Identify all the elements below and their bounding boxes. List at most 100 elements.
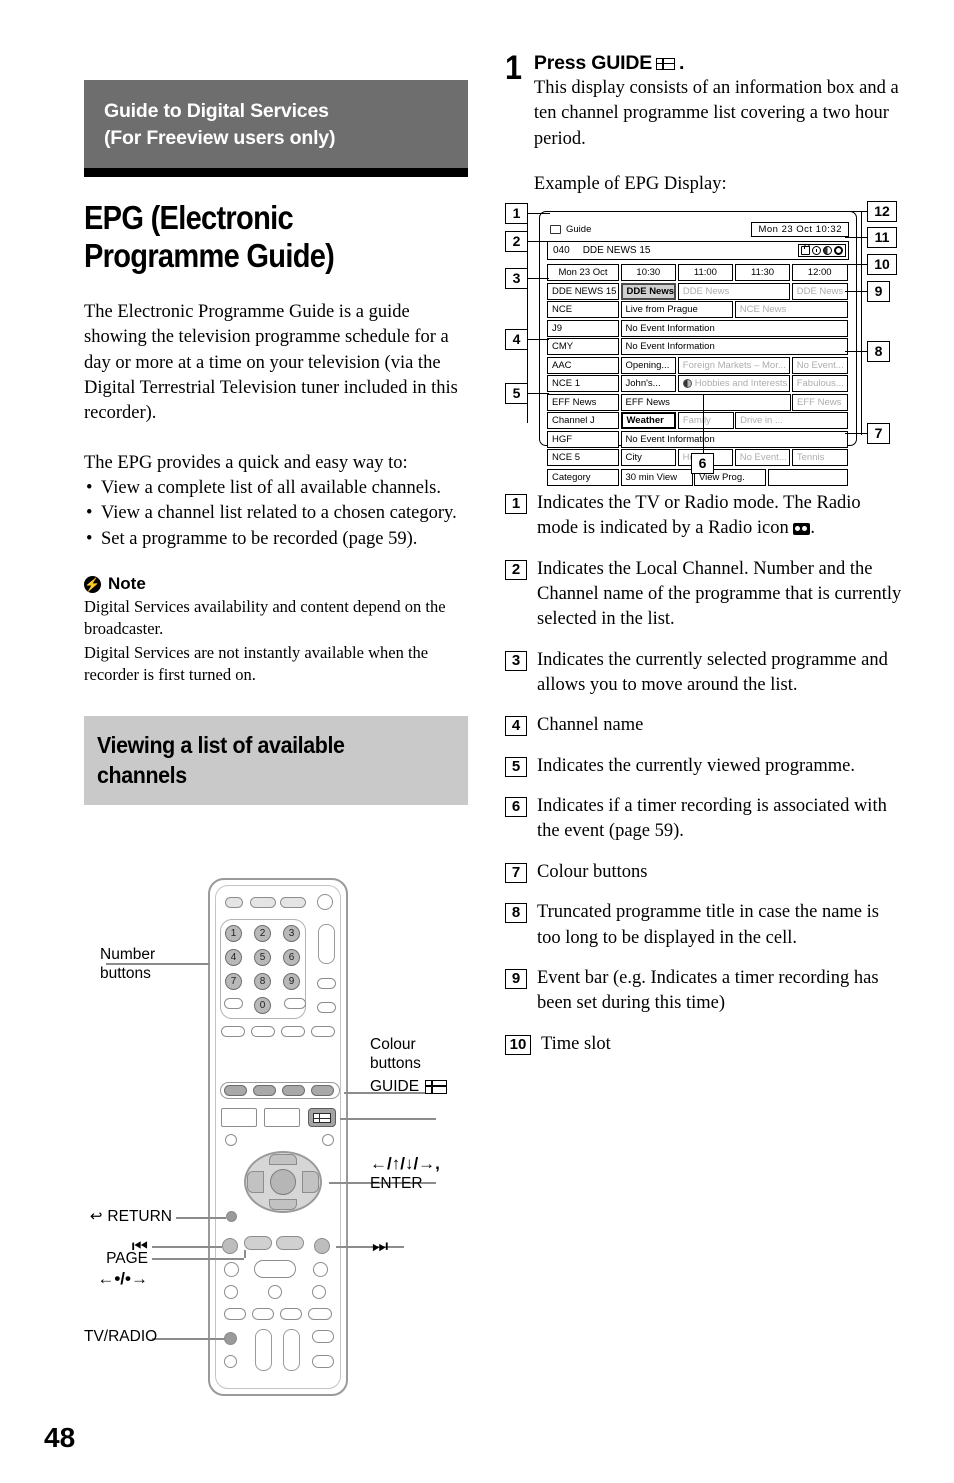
epg-channel-cell: CMY <box>547 338 619 356</box>
epg-time-slot: 11:00 <box>677 264 734 282</box>
epg-channel-cell: NCE <box>547 301 619 319</box>
epg-programme-cell[interactable]: Opening... <box>620 356 677 374</box>
side-button-b <box>317 1002 336 1013</box>
epg-footer-blank[interactable] <box>767 468 848 486</box>
keypad-side-button-left <box>224 998 243 1009</box>
epg-programme-cell[interactable]: EFF News <box>620 393 791 411</box>
record-stop-button <box>252 1308 274 1320</box>
event-timer-icon <box>682 379 692 389</box>
aux-button <box>224 1355 237 1368</box>
epg-programme-cell[interactable]: Tennis <box>791 449 848 467</box>
return-button <box>226 1211 237 1222</box>
legend-number: 10 <box>505 1034 531 1055</box>
remote-control-diagram: 1 2 3 4 5 6 7 8 9 0 Number buttons Colou… <box>84 866 484 1411</box>
left-column: Guide to Digital Services (For Freeview … <box>84 80 469 805</box>
volume-up-down <box>255 1329 272 1371</box>
chapter-title-line2: Programme Guide) <box>84 237 335 275</box>
epg-programme-cell[interactable]: Family <box>677 412 734 430</box>
label-arrow-keys: ←/↑/↓/→, <box>370 1154 440 1173</box>
colour-button-yellow <box>282 1085 305 1096</box>
legend-text: Truncated programme title in case the na… <box>537 902 879 948</box>
epg-programme-cell[interactable]: EFF News <box>792 393 848 411</box>
section-banner-line2: (For Freeview users only) <box>104 126 336 149</box>
skip-next-button <box>314 1238 330 1254</box>
epg-channel-cell: NCE 1 <box>547 375 619 393</box>
example-label: Example of EPG Display: <box>533 174 727 195</box>
epg-programme-cell[interactable]: DDE News <box>620 282 677 300</box>
label-enter: ENTER <box>370 1174 423 1192</box>
clock-icon <box>812 246 821 256</box>
step-heading-period: . <box>679 52 685 74</box>
epg-programme-cell[interactable]: City <box>620 449 677 467</box>
display-button <box>225 1134 237 1146</box>
volume-rocker <box>318 924 335 964</box>
tv-input-button <box>312 1355 334 1368</box>
legend-text-suffix: . <box>810 518 815 539</box>
note-line-2: Digital Services are not instantly avail… <box>84 643 429 684</box>
radio-icon <box>793 523 811 536</box>
epg-display-figure: Guide Mon 23 Oct 10:32 040 DDE NEWS 15 M… <box>505 201 905 486</box>
epg-programme-cell[interactable]: Hobbies and Interests <box>677 375 791 393</box>
callout-line-5 <box>528 393 549 395</box>
top-button-1 <box>250 897 276 908</box>
label-colour-buttons-l1: Colour <box>370 1036 416 1053</box>
number-button-5: 5 <box>254 949 271 966</box>
epg-time-slot: 10:30 <box>620 264 677 282</box>
epg-window-label: Guide <box>547 224 591 235</box>
legend-text: Indicates the Local Channel. Number and … <box>537 558 902 630</box>
leader-page <box>152 1258 244 1260</box>
epg-programme-title: Hobbies and Interests <box>694 378 788 390</box>
tv-power-button <box>312 1330 334 1343</box>
legend-item-7: 7 Colour buttons <box>505 860 905 885</box>
epg-programme-cell[interactable]: DDE News <box>677 282 791 300</box>
label-guide-text: GUIDE <box>370 1078 420 1095</box>
step-number: 1 <box>505 49 523 87</box>
legend-item-1: 1 Indicates the TV or Radio mode. The Ra… <box>505 491 905 542</box>
legend-number: 6 <box>505 797 527 818</box>
fast-forward-button <box>313 1262 328 1277</box>
legend-item-4: 4 Channel name <box>505 713 905 738</box>
legend-item-8: 8 Truncated programme title in case the … <box>505 900 905 951</box>
epg-info-channel: 040 DDE NEWS 15 <box>553 245 650 256</box>
tools-button <box>264 1108 300 1127</box>
legend-number: 3 <box>505 650 527 671</box>
epg-footer-view-mode[interactable]: 30 min View <box>620 468 693 486</box>
epg-channel-cell: HGF <box>547 430 619 448</box>
row4-button-2 <box>251 1026 275 1037</box>
enter-button <box>270 1169 296 1195</box>
callout-line-12 <box>845 211 867 213</box>
epg-programme-cell[interactable]: DDE News <box>791 282 848 300</box>
legend-number: 7 <box>505 862 527 883</box>
callout-line-2 <box>528 241 548 243</box>
label-return: ↩ RETURN <box>84 1208 172 1227</box>
note-heading-label: Note <box>108 574 146 594</box>
epg-channel-name: DDE NEWS 15 <box>582 245 651 257</box>
list-item: Set a programme to be recorded (page 59)… <box>84 527 468 553</box>
label-arrows-enter: ←/↑/↓/→, ENTER <box>370 1154 490 1194</box>
epg-programme-cell[interactable]: Live from Prague <box>620 301 734 319</box>
top-button-2 <box>280 897 306 908</box>
epg-programme-cell[interactable]: Drive in ... <box>735 412 848 430</box>
epg-programme-cell-current[interactable]: Weather <box>620 412 677 430</box>
epg-programme-cell[interactable]: John's... <box>620 375 677 393</box>
epg-programme-cell[interactable]: Fabulous... <box>791 375 848 393</box>
legend-text: Indicates if a timer recording is associ… <box>537 796 887 842</box>
callout-1: 1 <box>505 203 528 225</box>
epg-programme-cell[interactable]: No Event Information <box>620 338 848 356</box>
epg-programme-cell[interactable]: No Event... <box>734 449 791 467</box>
epg-programme-cell[interactable]: Foreign Markets – Mor... <box>677 356 791 374</box>
number-button-4: 4 <box>225 949 242 966</box>
epg-footer-category[interactable]: Category <box>547 468 619 486</box>
epg-programme-cell[interactable]: No Event Information <box>620 319 848 337</box>
table-row: CMY No Event Information <box>547 338 849 356</box>
epg-programme-cell[interactable]: No Event... <box>791 356 848 374</box>
number-button-1: 1 <box>225 925 242 942</box>
label-number-buttons-l2: buttons <box>100 964 151 982</box>
half-circle-icon <box>823 246 832 256</box>
epg-programme-cell[interactable]: No Event Information <box>620 430 848 448</box>
epg-programme-cell[interactable]: NCE News <box>734 301 848 319</box>
callout-3: 3 <box>505 268 528 290</box>
callout-11: 11 <box>867 227 897 249</box>
legend-text: Event bar (e.g. Indicates a timer record… <box>537 967 879 1014</box>
legend-item-6: 6 Indicates if a timer recording is asso… <box>505 794 905 845</box>
